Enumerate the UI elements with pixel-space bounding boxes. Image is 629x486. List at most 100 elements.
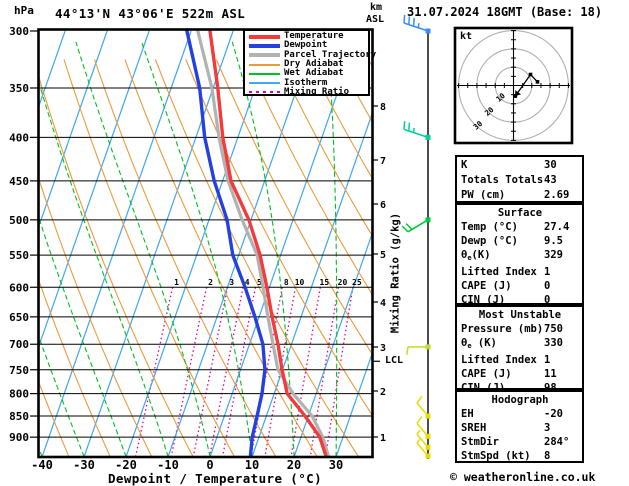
mixing-ratio-line	[221, 287, 257, 457]
temp-tick-label: -20	[115, 458, 137, 472]
km-tick-label: 2	[380, 387, 386, 398]
table-row: CAPE (J) 11	[461, 367, 579, 381]
temp-tick-label: 10	[245, 458, 259, 472]
table-row-value: 8	[544, 450, 551, 462]
table-row-value: 43	[544, 174, 557, 186]
table-row-label: Lifted Index	[461, 354, 537, 366]
table-row-value: 3	[544, 422, 551, 434]
legend-swatch	[249, 53, 280, 58]
wind-barb-feather	[416, 416, 423, 424]
table-row-label: PW (cm)	[461, 189, 506, 201]
table-row: StmDir 284°	[461, 435, 579, 449]
table-row-value: 284°	[544, 436, 570, 448]
wind-barb-feather	[403, 121, 406, 130]
pressure-tick-label: 900	[9, 431, 29, 444]
mixing-ratio-value-label: 3	[229, 278, 234, 287]
wind-barb-feather	[405, 223, 413, 230]
wind-barb-half-feather	[416, 438, 421, 444]
table-row-value: 2.69	[544, 189, 570, 201]
wind-barb	[401, 217, 431, 233]
table-row: θe(K) 329	[461, 248, 579, 265]
mixing-ratio-value-label: 1	[174, 278, 179, 287]
pressure-tick-label: 300	[9, 25, 29, 38]
table-row: Temp (°C) 27.4	[461, 220, 579, 234]
panel-title: Hodograph	[491, 394, 549, 406]
pressure-tick-label: 650	[9, 311, 29, 324]
table-row: SREH 3	[461, 421, 579, 435]
temp-tick-label: 30	[329, 458, 343, 472]
wind-barb-feather	[416, 395, 423, 404]
pressure-axis-unit: hPa	[14, 4, 34, 17]
temp-tick-label: 20	[287, 458, 301, 472]
table-row: K 30	[461, 158, 579, 173]
table-row: Dewp (°C) 9.5	[461, 234, 579, 248]
table-row-label: StmDir	[461, 436, 499, 448]
km-tick-label: 6	[380, 200, 386, 211]
pressure-tick-label: 500	[9, 214, 29, 227]
pressure-tick-label: 400	[9, 131, 29, 144]
lcl-label: LCL	[385, 355, 404, 366]
surface-panel: Surface Temp (°C) 27.4 Dewp (°C) 9.5 θe(K) 32…	[455, 203, 584, 306]
wind-barb	[403, 121, 431, 140]
hodograph-unit-label: kt	[460, 31, 473, 42]
mixing-ratio-value-label: 8	[284, 278, 289, 287]
mixing-ratio-axis-title: Mixing Ratio (g/kg)	[389, 212, 402, 334]
table-row: Pressure (mb) 750	[461, 322, 579, 336]
table-row-value: 27.4	[544, 221, 570, 233]
km-tick-label: 3	[380, 343, 386, 354]
altitude-unit-km: km	[370, 2, 383, 13]
x-axis-title: Dewpoint / Temperature (°C)	[108, 471, 322, 486]
table-row-label: K	[461, 159, 468, 171]
pressure-tick-label: 750	[9, 364, 29, 377]
panel-title: Surface	[497, 207, 543, 219]
dry-adiabat-line	[39, 75, 194, 457]
legend-swatch	[249, 91, 280, 94]
table-row: θe (K) 330	[461, 336, 579, 353]
pressure-tick-label: 600	[9, 281, 29, 294]
wet-adiabat-line	[39, 80, 169, 457]
table-row: CAPE (J) 0	[461, 279, 579, 293]
pressure-tick-label: 550	[9, 249, 29, 262]
table-row-label: StmSpd (kt)	[461, 450, 531, 462]
table-row-label: θe (K)	[461, 337, 497, 350]
mixing-ratio-value-label: 15	[320, 278, 330, 287]
altitude-axis-unit: km ASL	[366, 2, 384, 26]
temp-tick-label: -30	[73, 458, 95, 472]
dry-adiabat-line	[93, 59, 277, 457]
altitude-unit-asl: ASL	[366, 14, 385, 25]
km-tick-label: 1	[380, 433, 386, 444]
table-row-label: CAPE (J)	[461, 368, 512, 380]
pressure-tick-label: 450	[9, 175, 29, 188]
table-row-value: 329	[544, 249, 563, 261]
wind-barb-staff	[416, 402, 429, 417]
table-row-value: 750	[544, 323, 563, 335]
temp-tick-label: -10	[157, 458, 179, 472]
hodograph-stats-panel: Hodograph EH -20 SREH 3 StmDir 284° StmSpd (kt…	[455, 390, 584, 463]
pressure-tick-label: 800	[9, 388, 29, 401]
table-row-label: Temp (°C)	[461, 221, 518, 233]
km-tick-label: 8	[380, 102, 386, 113]
temp-tick-label: 0	[206, 458, 213, 472]
isotherm-line	[41, 30, 192, 457]
panel-title: Most Unstable	[478, 309, 562, 321]
wind-barb-feather	[403, 14, 406, 24]
wind-barb-feather	[406, 346, 409, 355]
hodograph-trace-point	[535, 80, 540, 84]
copyright: © weatheronline.co.uk	[450, 470, 596, 484]
legend-row: Mixing Ratio	[249, 87, 368, 97]
mixing-ratio-value-label: 20	[338, 278, 348, 287]
wind-barb-feather	[401, 225, 409, 233]
table-row: Lifted Index 1	[461, 265, 579, 279]
legend-swatch	[249, 43, 280, 48]
mixing-ratio-value-label: 25	[352, 278, 362, 287]
table-row-value: 11	[544, 368, 557, 380]
table-row-value: 30	[544, 159, 557, 171]
hodograph-trace-point	[528, 72, 533, 77]
wind-barb-staff	[416, 422, 429, 437]
table-row-value: 330	[544, 337, 563, 349]
temp-tick-label: -40	[31, 458, 53, 472]
table-row: Totals Totals 43	[461, 173, 579, 188]
table-row-label: EH	[461, 408, 474, 420]
table-row-value: 9.5	[544, 235, 563, 247]
pressure-tick-label: 350	[9, 82, 29, 95]
